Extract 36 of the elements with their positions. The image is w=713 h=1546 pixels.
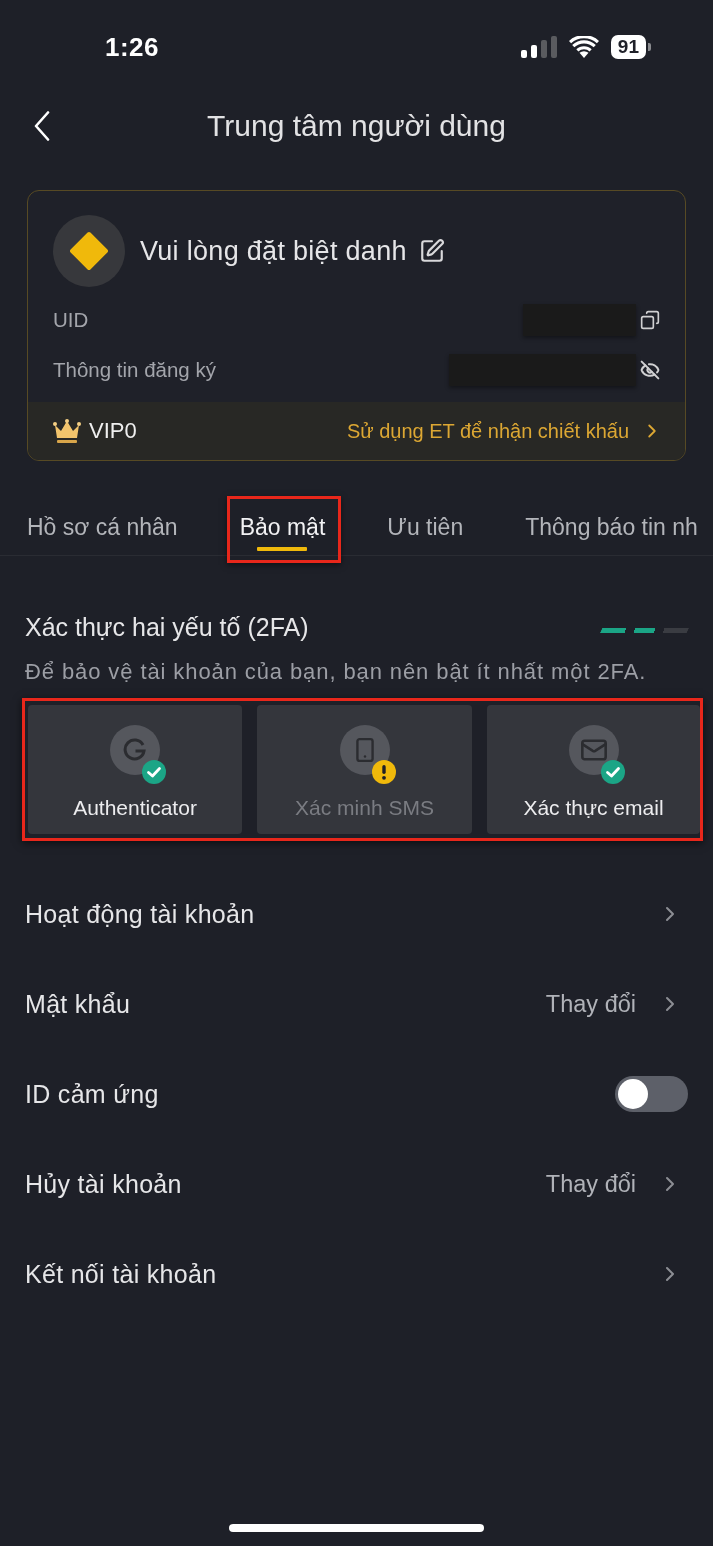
tab[interactable]: Ưu tiên — [387, 496, 464, 555]
vip-level-text: VIP0 — [89, 418, 138, 444]
info-label: Thông tin đăng ký — [53, 358, 217, 382]
section-title: Xác thực hai yếu tố (2FA) — [25, 613, 309, 642]
edit-button[interactable] — [418, 238, 445, 264]
method-label: Xác thực email — [523, 796, 664, 820]
menu-item-label[interactable]: Mật khẩu — [25, 989, 546, 1019]
nickname-text: Vui lòng đặt biệt danh — [140, 235, 407, 267]
menu-item-label[interactable]: Hủy tài khoản — [25, 1169, 546, 1199]
section-hint: Để bảo vệ tài khoản của bạn, bạn nên bật ít nhất một 2FA. — [25, 659, 648, 685]
envelope-icon — [579, 736, 608, 764]
method-card[interactable]: Xác thực email — [487, 705, 700, 834]
tab[interactable]: Hồ sơ cá nhân — [27, 496, 178, 555]
menu-item-label[interactable]: Kết nối tài khoản — [25, 1259, 658, 1289]
wifi-icon — [568, 36, 599, 58]
g-logo-icon — [123, 738, 147, 762]
menu-item-value: Thay đổi — [545, 990, 636, 1018]
page-title: Trung tâm người dùng — [207, 109, 506, 143]
menu-item-label: ID cảm ứng — [25, 1079, 160, 1109]
battery-indicator: 91 — [610, 35, 651, 59]
tab[interactable]: Bảo mật — [239, 496, 326, 555]
method-label: Xác minh SMS — [295, 796, 434, 820]
menu-item-label[interactable]: Hoạt động tài khoản — [25, 899, 658, 929]
status-time: 1:26 — [105, 31, 160, 63]
copy-button[interactable] — [640, 310, 660, 330]
signal-icon — [520, 36, 557, 58]
discount-link[interactable]: Sử dụng ET để nhận chiết khấu — [346, 419, 663, 443]
menu-item-value: Thay đổi — [545, 1170, 636, 1198]
visibility-button[interactable] — [640, 360, 660, 380]
toggle-switch[interactable] — [615, 1076, 688, 1112]
tab[interactable]: Thông báo tin nh — [525, 496, 698, 555]
method-label: Authenticator — [73, 796, 197, 820]
info-label: UID — [53, 308, 90, 332]
method-card[interactable]: Authenticator — [28, 705, 242, 834]
crown-icon — [53, 418, 81, 444]
back-icon[interactable] — [34, 111, 50, 141]
